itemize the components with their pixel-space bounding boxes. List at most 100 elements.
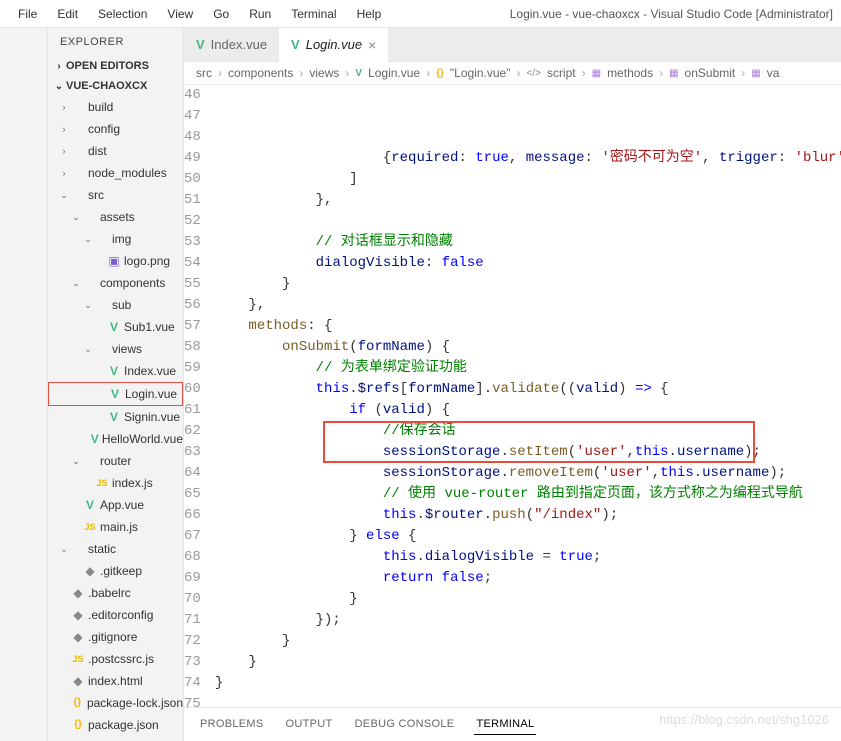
tree-item[interactable]: VApp.vue bbox=[48, 494, 183, 516]
code-line[interactable] bbox=[215, 694, 841, 707]
menu-item-file[interactable]: File bbox=[8, 3, 47, 25]
tree-item[interactable]: ⌄views bbox=[48, 338, 183, 360]
tree-item[interactable]: ⌄img bbox=[48, 228, 183, 250]
code-line[interactable]: } bbox=[215, 673, 841, 694]
tree-item[interactable]: ⌄router bbox=[48, 450, 183, 472]
tree-item[interactable]: ◆.editorconfig bbox=[48, 604, 183, 626]
tree-item[interactable]: ◆index.html bbox=[48, 670, 183, 692]
code-line[interactable]: }); bbox=[215, 610, 841, 631]
menu-item-selection[interactable]: Selection bbox=[88, 3, 157, 25]
breadcrumb-segment[interactable]: src bbox=[196, 66, 212, 80]
menu-item-help[interactable]: Help bbox=[347, 3, 392, 25]
tree-item[interactable]: VSignin.vue bbox=[48, 406, 183, 428]
breadcrumb-icon: </> bbox=[526, 68, 540, 79]
code-line[interactable]: }, bbox=[215, 190, 841, 211]
line-number: 73 bbox=[184, 652, 201, 673]
code-line[interactable]: } bbox=[215, 652, 841, 673]
open-editors-header[interactable]: › OPEN EDITORS bbox=[48, 56, 183, 76]
code-line[interactable]: dialogVisible: false bbox=[215, 253, 841, 274]
code-line[interactable]: //保存会话 bbox=[215, 421, 841, 442]
line-gutter: 4647484950515253545556575859606162636465… bbox=[184, 85, 215, 707]
menu-item-edit[interactable]: Edit bbox=[47, 3, 88, 25]
code-line[interactable]: // 为表单绑定验证功能 bbox=[215, 358, 841, 379]
code-line[interactable]: sessionStorage.setItem('user',this.usern… bbox=[215, 442, 841, 463]
breadcrumb-segment[interactable]: script bbox=[547, 66, 576, 80]
tree-item[interactable]: ›node_modules bbox=[48, 162, 183, 184]
tree-item[interactable]: ›config bbox=[48, 118, 183, 140]
panel-tab-terminal[interactable]: TERMINAL bbox=[474, 714, 536, 735]
code-line[interactable]: // 使用 vue-router 路由到指定页面，该方式称之为编程式导航 bbox=[215, 484, 841, 505]
breadcrumb-separator-icon: › bbox=[345, 66, 349, 80]
breadcrumb-segment[interactable]: "Login.vue" bbox=[450, 66, 511, 80]
tree-item[interactable]: VLogin.vue bbox=[48, 382, 183, 406]
editor-tab[interactable]: VLogin.vue× bbox=[279, 28, 388, 62]
code-line[interactable]: } else { bbox=[215, 526, 841, 547]
chevron-down-icon: ⌄ bbox=[58, 540, 70, 558]
breadcrumb-segment[interactable]: views bbox=[309, 66, 339, 80]
menu-item-go[interactable]: Go bbox=[203, 3, 239, 25]
menu-item-view[interactable]: View bbox=[157, 3, 203, 25]
window-title: Login.vue - vue-chaoxcx - Visual Studio … bbox=[510, 7, 833, 21]
tree-item[interactable]: JSmain.js bbox=[48, 516, 183, 538]
code-line[interactable]: } bbox=[215, 274, 841, 295]
chevron-down-icon: ⌄ bbox=[82, 340, 94, 358]
code-line[interactable]: } bbox=[215, 631, 841, 652]
code-line[interactable]: }, bbox=[215, 295, 841, 316]
tree-item[interactable]: VHelloWorld.vue bbox=[48, 428, 183, 450]
code-line[interactable]: this.dialogVisible = true; bbox=[215, 547, 841, 568]
panel-tab-problems[interactable]: PROBLEMS bbox=[198, 714, 266, 735]
close-icon[interactable]: × bbox=[368, 37, 376, 53]
tree-item[interactable]: ⌄components bbox=[48, 272, 183, 294]
code-line[interactable]: this.$refs[formName].validate((valid) =>… bbox=[215, 379, 841, 400]
code-line[interactable]: sessionStorage.removeItem('user',this.us… bbox=[215, 463, 841, 484]
tree-item[interactable]: ⌄src bbox=[48, 184, 183, 206]
menu-item-terminal[interactable]: Terminal bbox=[281, 3, 346, 25]
tree-item[interactable]: VSub1.vue bbox=[48, 316, 183, 338]
code-line[interactable]: if (valid) { bbox=[215, 400, 841, 421]
vue-icon: V bbox=[106, 362, 122, 380]
code-line[interactable]: onSubmit(formName) { bbox=[215, 337, 841, 358]
tree-item[interactable]: ▣logo.png bbox=[48, 250, 183, 272]
tree-item[interactable]: ◆.babelrc bbox=[48, 582, 183, 604]
tree-item[interactable]: {}package.json bbox=[48, 714, 183, 736]
code-line[interactable]: this.$router.push("/index"); bbox=[215, 505, 841, 526]
explorer-title: EXPLORER bbox=[48, 28, 183, 56]
code-line[interactable]: // 对话框显示和隐藏 bbox=[215, 232, 841, 253]
tree-item-label: .gitkeep bbox=[100, 562, 142, 580]
code-line[interactable] bbox=[215, 211, 841, 232]
code-line[interactable]: {required: true, message: '密码不可为空', trig… bbox=[215, 148, 841, 169]
editor-tab[interactable]: VIndex.vue bbox=[184, 28, 279, 62]
json-icon: {} bbox=[70, 716, 86, 734]
breadcrumb-icon: {} bbox=[436, 68, 444, 79]
breadcrumb[interactable]: src›components›views›VLogin.vue›{}"Login… bbox=[184, 62, 841, 85]
tree-item[interactable]: JSindex.js bbox=[48, 472, 183, 494]
breadcrumb-segment[interactable]: onSubmit bbox=[685, 66, 736, 80]
vue-icon: V bbox=[106, 408, 122, 426]
tree-item[interactable]: ⌄static bbox=[48, 538, 183, 560]
vue-icon: V bbox=[107, 385, 123, 403]
breadcrumb-separator-icon: › bbox=[741, 66, 745, 80]
breadcrumb-segment[interactable]: methods bbox=[607, 66, 653, 80]
tree-item[interactable]: VIndex.vue bbox=[48, 360, 183, 382]
tree-item[interactable]: {}package-lock.json bbox=[48, 692, 183, 714]
tree-item[interactable]: ⌄sub bbox=[48, 294, 183, 316]
code-content[interactable]: {required: true, message: '密码不可为空', trig… bbox=[215, 85, 841, 707]
code-line[interactable]: methods: { bbox=[215, 316, 841, 337]
tree-item[interactable]: ›build bbox=[48, 96, 183, 118]
code-line[interactable]: return false; bbox=[215, 568, 841, 589]
code-line[interactable]: ] bbox=[215, 169, 841, 190]
tree-item[interactable]: ◆.gitignore bbox=[48, 626, 183, 648]
tree-item[interactable]: ›dist bbox=[48, 140, 183, 162]
project-header[interactable]: ⌄ VUE-CHAOXCX bbox=[48, 76, 183, 96]
breadcrumb-segment[interactable]: components bbox=[228, 66, 293, 80]
panel-tab-output[interactable]: OUTPUT bbox=[284, 714, 335, 735]
breadcrumb-segment[interactable]: va bbox=[767, 66, 780, 80]
tree-item[interactable]: ◆.gitkeep bbox=[48, 560, 183, 582]
tree-item[interactable]: JS.postcssrc.js bbox=[48, 648, 183, 670]
code-editor[interactable]: 4647484950515253545556575859606162636465… bbox=[184, 85, 841, 707]
tree-item[interactable]: ⌄assets bbox=[48, 206, 183, 228]
menu-item-run[interactable]: Run bbox=[239, 3, 281, 25]
panel-tab-debug-console[interactable]: DEBUG CONSOLE bbox=[353, 714, 457, 735]
breadcrumb-segment[interactable]: Login.vue bbox=[368, 66, 420, 80]
code-line[interactable]: } bbox=[215, 589, 841, 610]
